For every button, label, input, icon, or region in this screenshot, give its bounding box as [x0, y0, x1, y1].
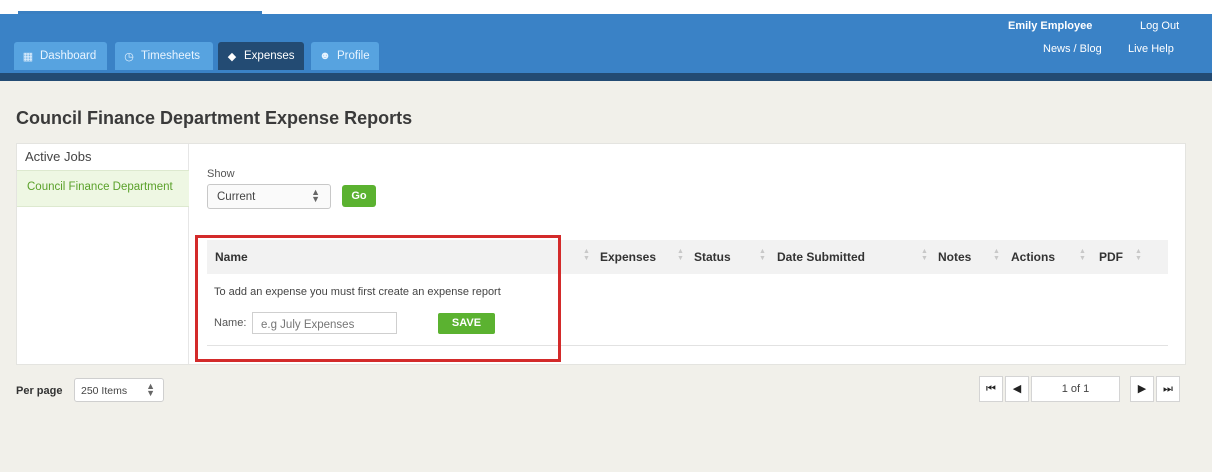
sort-icon[interactable]: ▲ ▼ [677, 248, 684, 262]
user-name[interactable]: Emily Employee [1008, 20, 1092, 32]
column-header-pdf[interactable]: PDF [1099, 250, 1123, 264]
tab-expenses-label: Expenses [244, 50, 295, 62]
main-panel: Active Jobs Council Finance Department S… [16, 143, 1186, 365]
sort-icon[interactable]: ▲ ▼ [583, 248, 590, 262]
show-label: Show [207, 168, 235, 180]
page-info: 1 of 1 [1031, 376, 1120, 402]
per-page-select[interactable]: 250 Items ▲ ▼ [74, 378, 164, 402]
sidebar-heading: Active Jobs [25, 149, 92, 164]
sort-icon[interactable]: ▲ ▼ [993, 248, 1000, 262]
sort-icon[interactable]: ▲ ▼ [759, 248, 766, 262]
sort-icon[interactable]: ▲ ▼ [1135, 248, 1142, 262]
page-title: Council Finance Department Expense Repor… [16, 108, 413, 128]
column-header-notes[interactable]: Notes [938, 250, 971, 264]
tab-dashboard-label: Dashboard [40, 50, 97, 62]
tab-timesheets-label: Timesheets [141, 50, 201, 62]
go-button[interactable]: Go [342, 185, 376, 207]
highlight-annotation [195, 235, 561, 362]
select-arrows-icon: ▲ ▼ [146, 381, 155, 398]
first-page-button[interactable]: ⏮ [979, 376, 1003, 402]
tag-icon: ◆ [227, 50, 237, 63]
column-header-date-submitted[interactable]: Date Submitted [777, 250, 865, 264]
tab-profile-label: Profile [337, 50, 370, 62]
grid-icon: ▦ [22, 50, 34, 63]
show-select[interactable]: Current ▲ ▼ [207, 184, 331, 209]
next-page-icon: ▶ [1137, 383, 1147, 395]
news-blog-link[interactable]: News / Blog [1043, 43, 1102, 55]
header-divider [0, 73, 1212, 81]
last-page-icon: ⏭ [1163, 383, 1173, 395]
tab-dashboard[interactable]: ▦ Dashboard [14, 42, 107, 70]
first-page-icon: ⏮ [986, 383, 996, 395]
tab-profile[interactable]: ☻ Profile [311, 42, 379, 70]
live-help-link[interactable]: Live Help [1128, 43, 1174, 55]
logout-link[interactable]: Log Out [1140, 20, 1179, 32]
clock-icon: ◷ [124, 50, 134, 63]
prev-page-button[interactable]: ◀ [1005, 376, 1029, 402]
sort-icon[interactable]: ▲ ▼ [1079, 248, 1086, 262]
per-page-value: 250 Items [81, 385, 128, 397]
sidebar-item-council-finance[interactable]: Council Finance Department [17, 170, 189, 207]
column-header-status[interactable]: Status [694, 250, 731, 264]
sidebar: Active Jobs Council Finance Department [17, 144, 189, 364]
last-page-button[interactable]: ⏭ [1156, 376, 1180, 402]
user-icon: ☻ [319, 50, 331, 62]
select-arrows-icon: ▲ ▼ [311, 187, 320, 204]
next-page-button[interactable]: ▶ [1130, 376, 1154, 402]
column-header-expenses[interactable]: Expenses [600, 250, 656, 264]
tab-timesheets[interactable]: ◷ Timesheets [115, 42, 213, 70]
show-select-value: Current [217, 191, 256, 203]
tab-expenses[interactable]: ◆ Expenses [218, 42, 304, 70]
per-page-label: Per page [16, 385, 63, 397]
sort-icon[interactable]: ▲ ▼ [921, 248, 928, 262]
prev-page-icon: ◀ [1012, 383, 1022, 395]
column-header-actions[interactable]: Actions [1011, 250, 1055, 264]
